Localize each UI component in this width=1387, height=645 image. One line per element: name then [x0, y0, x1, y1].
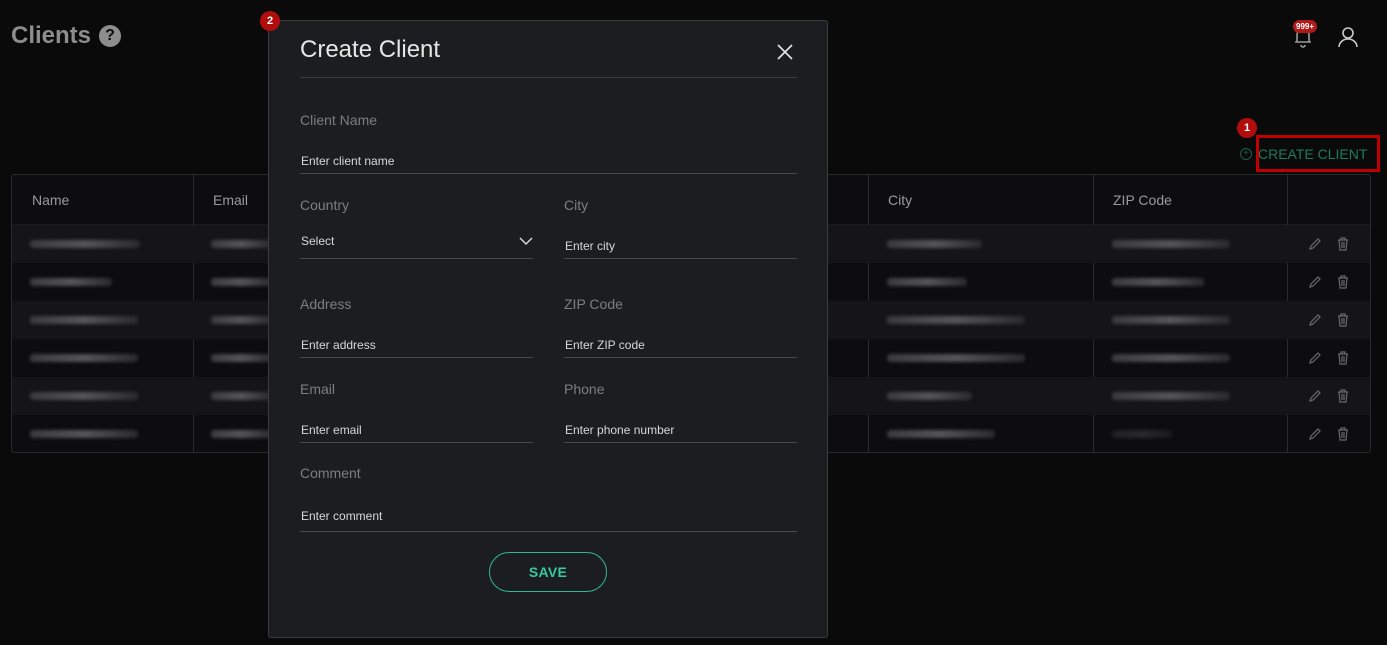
phone-field: Phone	[564, 381, 797, 443]
client-name-label: Client Name	[300, 112, 378, 128]
trash-icon[interactable]	[1335, 350, 1351, 366]
plus-circle-icon: +	[1240, 148, 1252, 160]
column-header-zip[interactable]: ZIP Code	[1093, 175, 1172, 225]
edit-icon[interactable]	[1307, 312, 1323, 328]
zip-field: ZIP Code	[564, 296, 797, 358]
trash-icon[interactable]	[1335, 388, 1351, 404]
comment-label: Comment	[300, 465, 361, 481]
edit-icon[interactable]	[1307, 426, 1323, 442]
trash-icon[interactable]	[1335, 274, 1351, 290]
city-label: City	[564, 197, 589, 213]
notification-badge: 999+	[1293, 20, 1318, 33]
address-label: Address	[300, 296, 352, 312]
edit-icon[interactable]	[1307, 388, 1323, 404]
country-select[interactable]: Select	[300, 233, 533, 259]
client-name-input[interactable]	[300, 148, 797, 174]
email-label: Email	[300, 381, 336, 397]
trash-icon[interactable]	[1335, 426, 1351, 442]
trash-icon[interactable]	[1335, 236, 1351, 252]
city-field: City	[564, 197, 797, 259]
address-field: Address	[300, 296, 533, 358]
zip-input[interactable]	[564, 332, 797, 358]
comment-input[interactable]	[300, 501, 797, 532]
column-header-name[interactable]: Name	[12, 175, 69, 225]
trash-icon[interactable]	[1335, 312, 1351, 328]
phone-label: Phone	[564, 381, 605, 397]
step-marker-1: 1	[1237, 118, 1257, 138]
modal-title: Create Client	[300, 36, 441, 63]
column-header-city[interactable]: City	[868, 175, 912, 225]
chevron-down-icon	[519, 237, 533, 246]
country-label: Country	[300, 197, 350, 213]
city-input[interactable]	[564, 233, 797, 259]
country-field: Country Select	[300, 197, 533, 259]
close-icon[interactable]	[775, 42, 795, 62]
divider	[300, 77, 797, 78]
save-button[interactable]: SAVE	[489, 552, 607, 592]
comment-field: Comment	[300, 465, 797, 532]
phone-input[interactable]	[564, 417, 797, 443]
user-icon[interactable]	[1337, 26, 1359, 48]
highlight-box	[1256, 135, 1380, 172]
edit-icon[interactable]	[1307, 350, 1323, 366]
create-client-modal: Create Client Client Name Country Select…	[268, 20, 828, 638]
email-field: Email	[300, 381, 533, 443]
client-name-field: Client Name	[300, 112, 797, 174]
help-icon[interactable]: ?	[99, 25, 122, 47]
zip-label: ZIP Code	[564, 296, 623, 312]
page-title-text: Clients	[11, 22, 92, 49]
edit-icon[interactable]	[1307, 236, 1323, 252]
page-title: Clients ?	[11, 22, 122, 50]
address-input[interactable]	[300, 332, 533, 358]
column-header-email[interactable]: Email	[193, 175, 248, 225]
step-marker-2: 2	[260, 11, 280, 31]
edit-icon[interactable]	[1307, 274, 1323, 290]
email-input[interactable]	[300, 417, 533, 443]
country-select-value: Select	[301, 234, 335, 248]
